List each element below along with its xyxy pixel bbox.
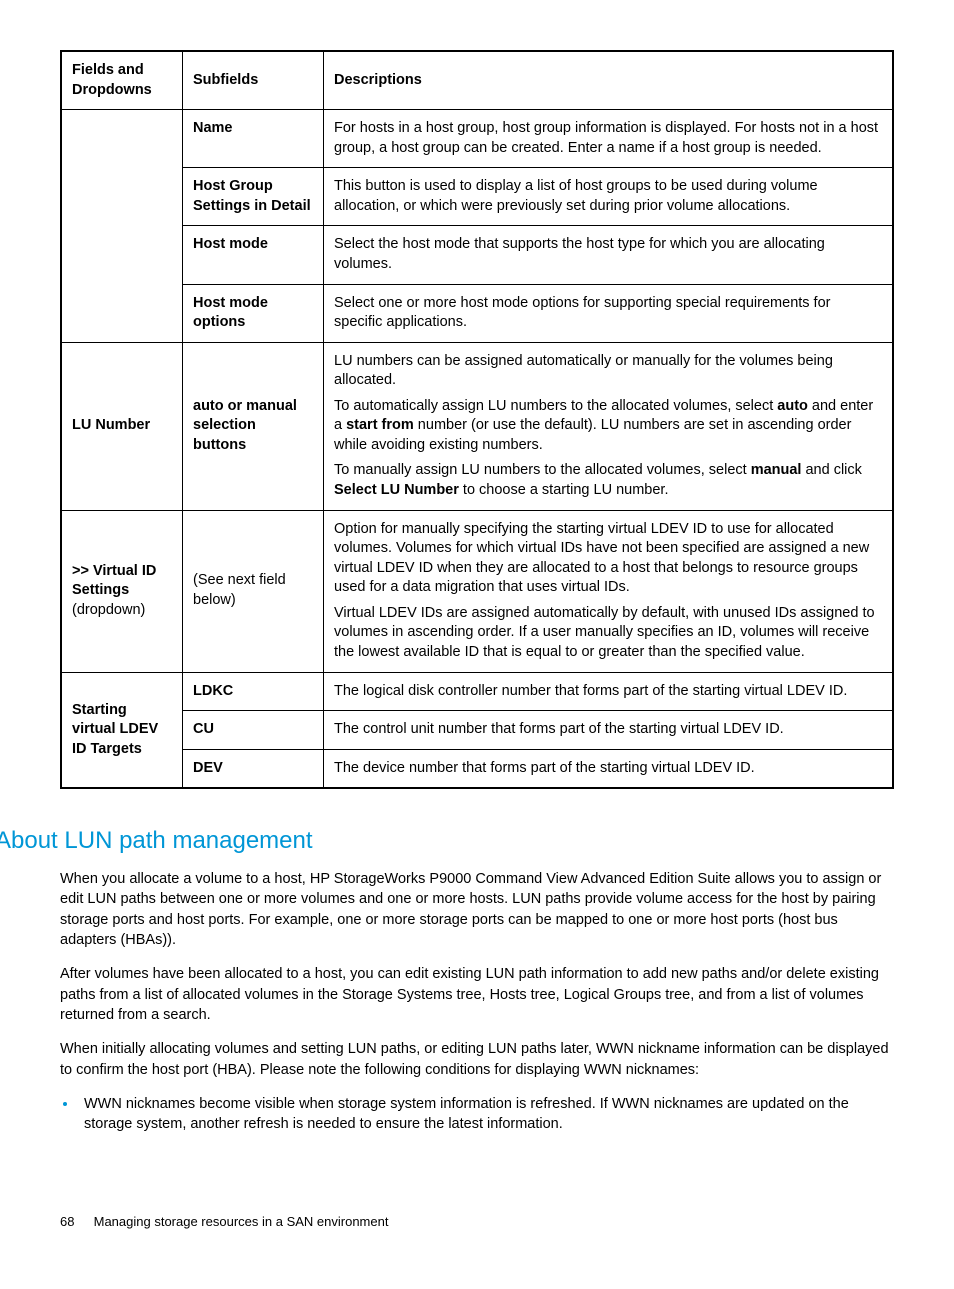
desc-hostmode: Select the host mode that supports the h… (324, 226, 894, 284)
section-p3: When initially allocating volumes and se… (60, 1039, 894, 1080)
desc-virtualid-p2: Virtual LDEV IDs are assigned automatica… (334, 604, 882, 663)
desc-lunumber-p1: LU numbers can be assigned automatically… (334, 352, 882, 391)
header-subfields: Subfields (183, 51, 324, 110)
header-descriptions: Descriptions (324, 51, 894, 110)
subfield-virtualid: (See next field below) (183, 510, 324, 672)
desc-hgsd: This button is used to display a list of… (324, 168, 894, 226)
page-footer: 68 Managing storage resources in a SAN e… (60, 1214, 894, 1229)
desc-lunumber-p3: To manually assign LU numbers to the all… (334, 461, 882, 500)
header-fields: Fields and Dropdowns (61, 51, 183, 110)
subfield-hostmode: Host mode (183, 226, 324, 284)
subfield-dev: DEV (183, 749, 324, 788)
desc-lunumber: LU numbers can be assigned automatically… (324, 342, 894, 510)
field-lunumber: LU Number (61, 342, 183, 510)
section-bullets: WWN nicknames become visible when storag… (60, 1094, 894, 1135)
section-heading: About LUN path management (0, 827, 894, 855)
desc-lunumber-p2: To automatically assign LU numbers to th… (334, 397, 882, 456)
desc-name: For hosts in a host group, host group in… (324, 110, 894, 168)
subfield-ldkc: LDKC (183, 672, 324, 711)
fields-table: Fields and Dropdowns Subfields Descripti… (60, 50, 894, 789)
page-number: 68 (60, 1214, 90, 1229)
footer-title: Managing storage resources in a SAN envi… (94, 1214, 389, 1229)
field-starting: Starting virtual LDEV ID Targets (61, 672, 183, 788)
subfield-hgsd: Host Group Settings in Detail (183, 168, 324, 226)
group-cell-blank (61, 110, 183, 343)
bullet-1: WWN nicknames become visible when storag… (78, 1094, 894, 1135)
section-p1: When you allocate a volume to a host, HP… (60, 869, 894, 950)
desc-virtualid: Option for manually specifying the start… (324, 510, 894, 672)
subfield-name: Name (183, 110, 324, 168)
desc-cu: The control unit number that forms part … (324, 711, 894, 750)
desc-virtualid-p1: Option for manually specifying the start… (334, 520, 882, 598)
field-virtualid: >> Virtual ID Settings (dropdown) (61, 510, 183, 672)
desc-ldkc: The logical disk controller number that … (324, 672, 894, 711)
desc-dev: The device number that forms part of the… (324, 749, 894, 788)
subfield-hmopt: Host mode options (183, 284, 324, 342)
desc-hmopt: Select one or more host mode options for… (324, 284, 894, 342)
subfield-lunumber: auto or manual selection buttons (183, 342, 324, 510)
subfield-cu: CU (183, 711, 324, 750)
section-p2: After volumes have been allocated to a h… (60, 964, 894, 1025)
